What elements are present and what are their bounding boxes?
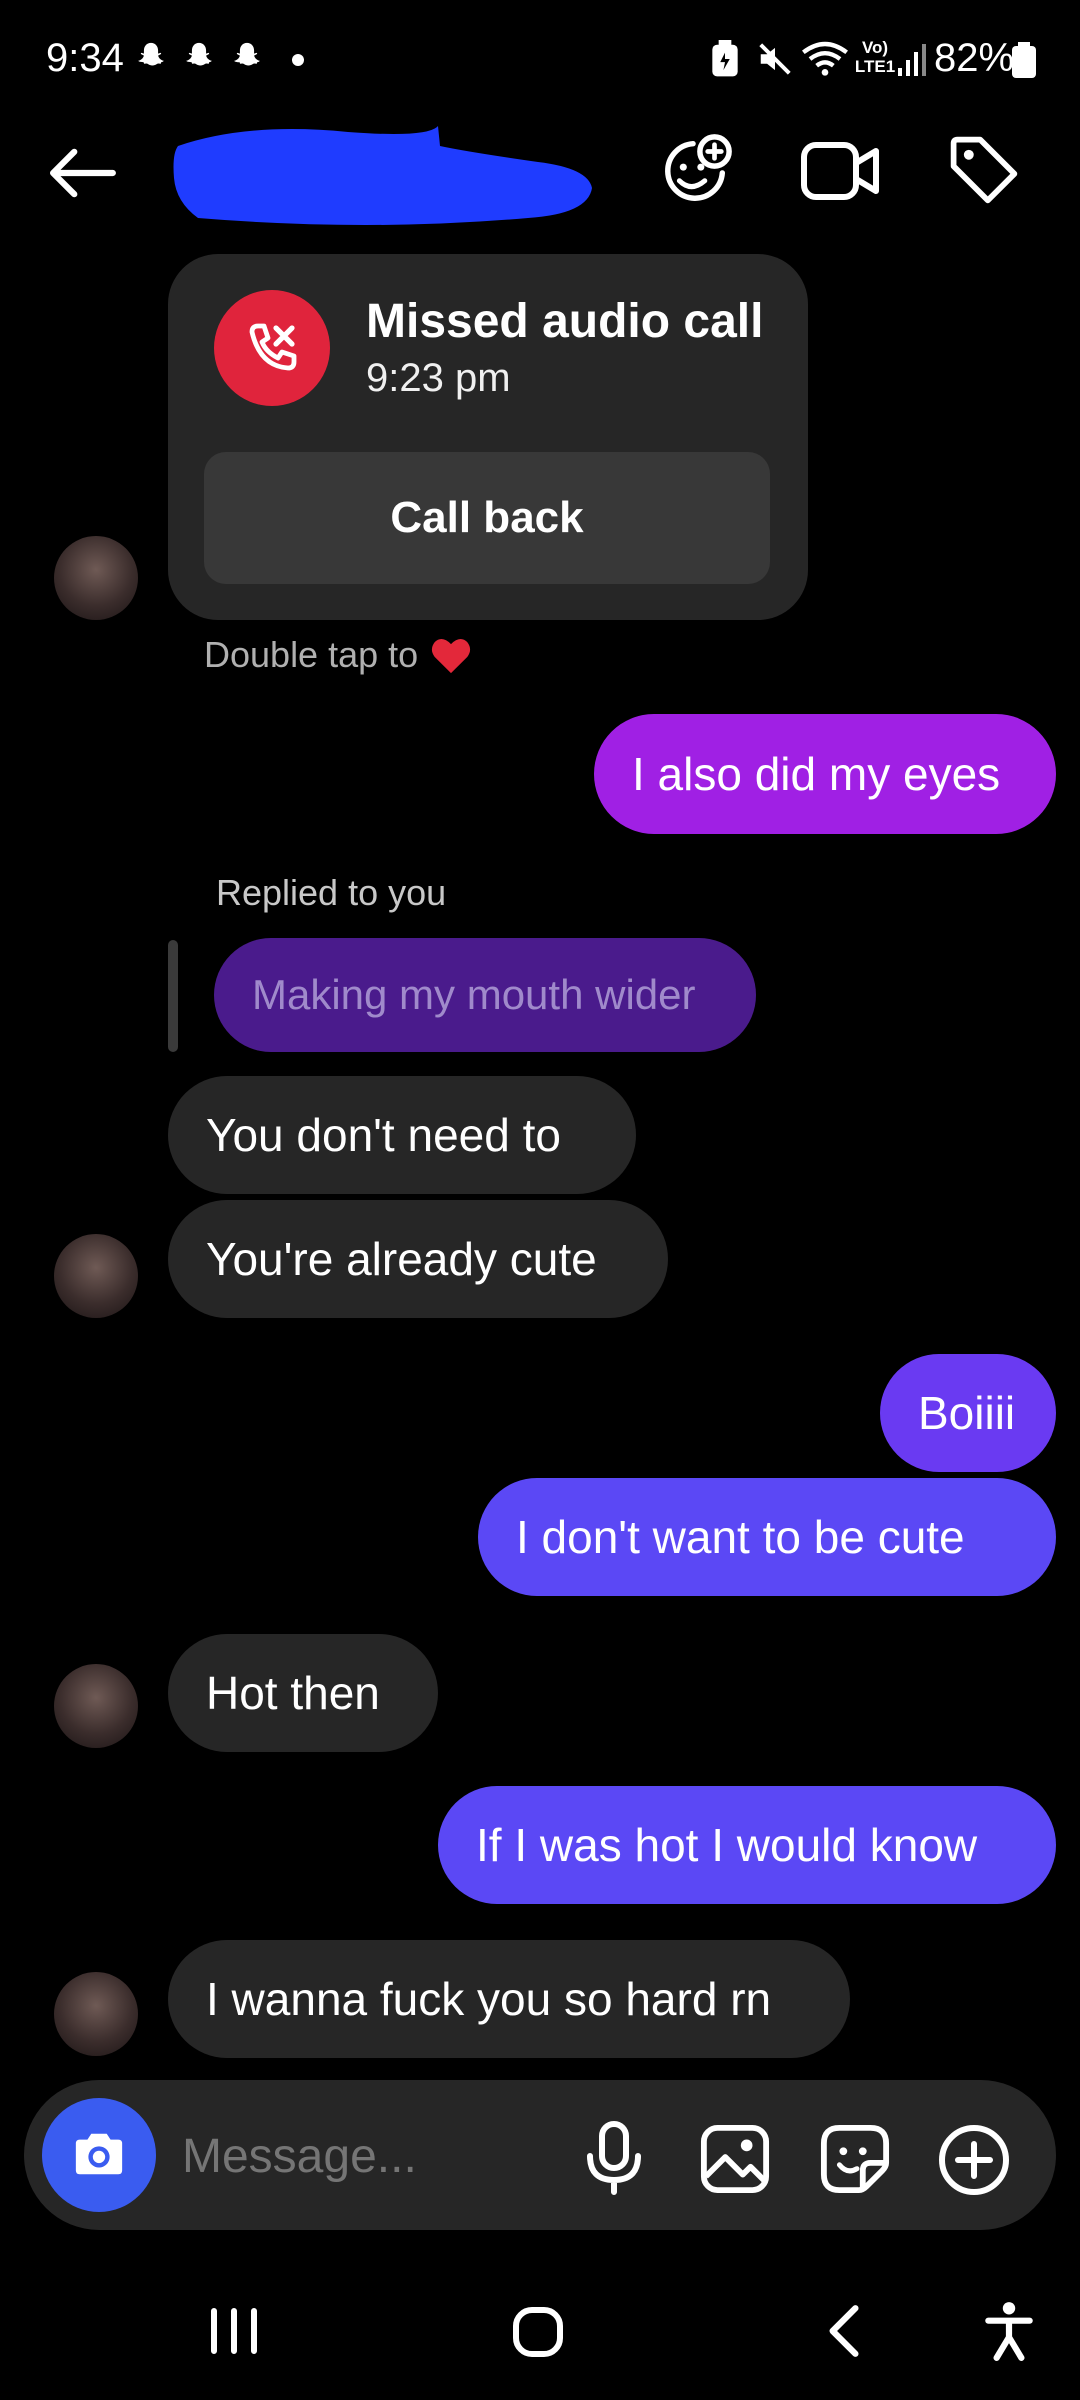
avatar[interactable] xyxy=(54,1972,138,2056)
add-icon[interactable] xyxy=(938,2124,1010,2196)
more-notifications-dot xyxy=(292,54,304,66)
call-time: 9:23 pm xyxy=(366,356,511,400)
chat-header xyxy=(0,120,1080,230)
back-nav-icon[interactable] xyxy=(820,2302,866,2360)
tag-icon[interactable] xyxy=(946,132,1022,208)
camera-icon xyxy=(75,2133,123,2175)
wifi-icon xyxy=(802,41,848,76)
double-tap-hint: Double tap to xyxy=(204,634,474,676)
missed-call-icon xyxy=(249,323,297,371)
effects-icon[interactable] xyxy=(656,132,734,210)
status-time: 9:34 xyxy=(46,36,124,80)
battery-saver-icon xyxy=(712,40,738,77)
outgoing-message[interactable]: I also did my eyes xyxy=(594,714,1056,834)
call-back-button[interactable]: Call back xyxy=(204,452,770,584)
message-input[interactable] xyxy=(180,2112,554,2200)
snapchat-icon xyxy=(186,42,212,66)
incoming-message[interactable]: You don't need to xyxy=(168,1076,636,1194)
gallery-icon[interactable] xyxy=(700,2124,770,2194)
camera-button[interactable] xyxy=(42,2098,156,2212)
accessibility-icon[interactable] xyxy=(984,2300,1034,2362)
status-bar: 9:34 Vo) LTE1 82% xyxy=(0,0,1080,120)
reply-quote[interactable]: Making my mouth wider xyxy=(214,938,756,1052)
reply-label: Replied to you xyxy=(216,872,447,913)
reply-indicator-bar xyxy=(168,940,178,1052)
avatar[interactable] xyxy=(54,1234,138,1318)
microphone-icon[interactable] xyxy=(584,2120,644,2196)
signal-icon xyxy=(898,44,926,76)
incoming-message[interactable]: You're already cute xyxy=(168,1200,668,1318)
recent-apps-icon[interactable] xyxy=(206,2306,262,2356)
video-call-icon[interactable] xyxy=(800,136,880,206)
system-navigation-bar xyxy=(0,2260,1080,2400)
missed-call-badge xyxy=(214,290,330,406)
volte-icon: Vo) LTE1 xyxy=(854,38,896,76)
snapchat-icon xyxy=(138,42,164,66)
back-arrow-icon[interactable] xyxy=(46,146,118,200)
incoming-message[interactable]: I wanna fuck you so hard rn xyxy=(168,1940,850,2058)
redacted-contact-name[interactable] xyxy=(168,122,598,242)
outgoing-message[interactable]: Boiiii xyxy=(880,1354,1056,1472)
mute-icon xyxy=(759,43,791,75)
avatar[interactable] xyxy=(54,536,138,620)
avatar[interactable] xyxy=(54,1664,138,1748)
home-icon[interactable] xyxy=(510,2304,566,2360)
heart-icon xyxy=(432,639,471,674)
snapchat-icon xyxy=(234,42,260,66)
sticker-icon[interactable] xyxy=(820,2124,890,2194)
battery-icon xyxy=(1012,42,1036,78)
double-tap-label: Double tap to xyxy=(204,634,419,675)
outgoing-message[interactable]: I don't want to be cute xyxy=(478,1478,1056,1596)
incoming-message[interactable]: Hot then xyxy=(168,1634,438,1752)
outgoing-message[interactable]: If I was hot I would know xyxy=(438,1786,1056,1904)
call-title: Missed audio call xyxy=(366,295,764,348)
battery-percent: 82% xyxy=(934,36,1015,80)
